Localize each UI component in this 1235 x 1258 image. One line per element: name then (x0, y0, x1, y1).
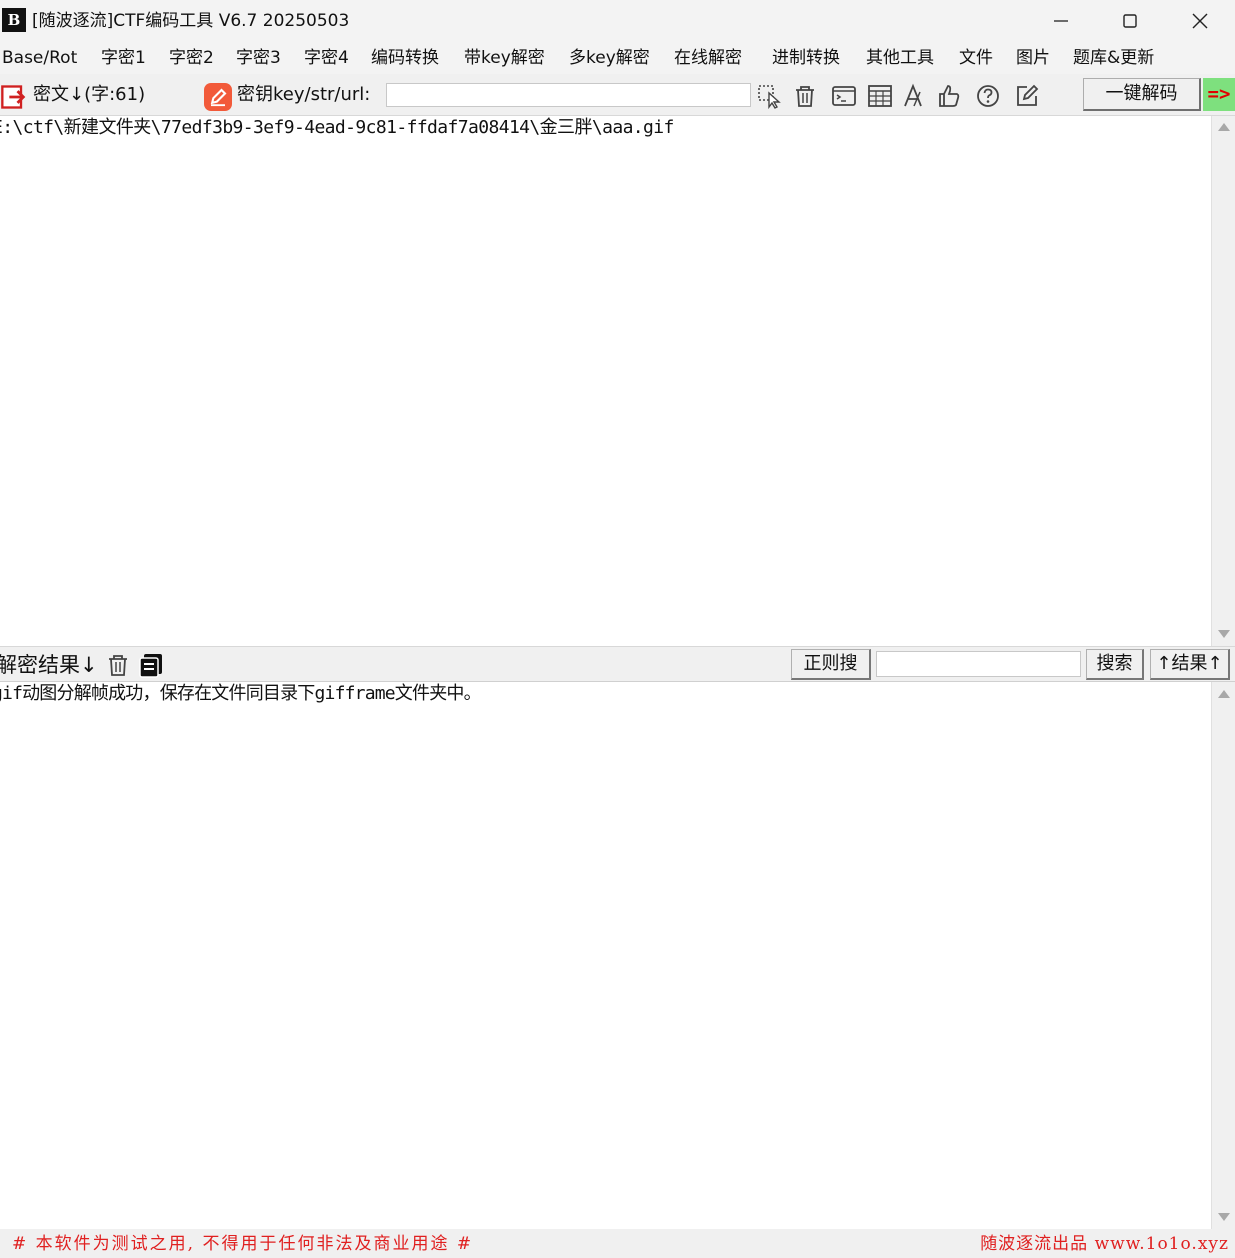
menu-other-tools[interactable]: 其他工具 (866, 48, 934, 68)
result-to-input-button[interactable]: ↑结果↑ (1150, 649, 1230, 680)
window-title: [随波逐流]CTF编码工具 V6.7 20250503 (32, 11, 350, 31)
menu-zimi2[interactable]: 字密2 (169, 48, 214, 68)
minimize-icon (1054, 20, 1068, 22)
cipher-label: 密文↓(字:61) (33, 84, 146, 105)
scroll-down-icon[interactable] (1218, 630, 1230, 638)
title-bar: B [随波逐流]CTF编码工具 V6.7 20250503 (0, 0, 1235, 42)
menu-base-rot[interactable]: Base/Rot (2, 48, 77, 68)
maximize-button[interactable] (1095, 0, 1165, 42)
terminal-icon[interactable] (830, 82, 858, 110)
scroll-down-icon[interactable] (1218, 1213, 1230, 1221)
trash-icon[interactable] (791, 82, 819, 110)
menu-image[interactable]: 图片 (1016, 48, 1050, 68)
scroll-up-icon[interactable] (1218, 690, 1230, 698)
thumbs-up-icon[interactable] (935, 82, 963, 110)
result-label: 解密结果↓ (0, 653, 98, 677)
result-bar: 解密结果↓ 正则搜 搜索 ↑结果↑ (0, 646, 1235, 682)
help-icon[interactable] (974, 82, 1002, 110)
toolbar: 密文↓(字:61) 密钥key/str/url: 一键解码 => (0, 74, 1235, 116)
app-logo-icon: B (2, 8, 26, 32)
menu-file[interactable]: 文件 (959, 48, 993, 68)
key-input[interactable] (386, 83, 751, 107)
cipher-scrollbar[interactable] (1211, 116, 1235, 646)
font-icon[interactable] (900, 82, 928, 110)
menu-zimi4[interactable]: 字密4 (304, 48, 349, 68)
cursor-select-icon[interactable] (756, 82, 784, 110)
menu-library-update[interactable]: 题库&更新 (1073, 48, 1154, 68)
search-button[interactable]: 搜索 (1086, 649, 1144, 680)
key-label: 密钥key/str/url: (237, 84, 371, 105)
disclaimer-text: # 本软件为测试之用, 不得用于任何非法及商业用途 # (12, 1234, 474, 1254)
close-button[interactable] (1165, 0, 1235, 42)
pencil-icon[interactable] (204, 83, 232, 111)
import-file-icon[interactable] (0, 83, 26, 109)
calculator-icon[interactable] (866, 82, 894, 110)
menu-key-decrypt[interactable]: 带key解密 (464, 48, 545, 68)
copy-icon[interactable] (137, 651, 163, 678)
arrow-forward-button[interactable]: => (1203, 78, 1235, 111)
menu-bar: Base/Rot 字密1 字密2 字密3 字密4 编码转换 带key解密 多ke… (0, 42, 1235, 74)
cipher-textarea[interactable]: E:\ctf\新建文件夹\77edf3b9-3ef9-4ead-9c81-ffd… (0, 116, 1211, 646)
result-text: gif动图分解帧成功，保存在文件同目录下gifframe文件夹中。 (0, 683, 482, 704)
close-icon (1192, 13, 1208, 29)
menu-encoding[interactable]: 编码转换 (371, 48, 439, 68)
one-click-decode-button[interactable]: 一键解码 (1083, 78, 1201, 111)
minimize-button[interactable] (1026, 0, 1096, 42)
regex-search-button[interactable]: 正则搜 (791, 649, 871, 680)
menu-zimi3[interactable]: 字密3 (236, 48, 281, 68)
maximize-icon (1123, 14, 1137, 28)
cipher-text: E:\ctf\新建文件夹\77edf3b9-3ef9-4ead-9c81-ffd… (0, 117, 674, 138)
menu-multi-key-decrypt[interactable]: 多key解密 (569, 48, 650, 68)
credits-text: 随波逐流出品 www.1o1o.xyz (980, 1234, 1229, 1254)
result-textarea[interactable]: gif动图分解帧成功，保存在文件同目录下gifframe文件夹中。 (0, 682, 1211, 1229)
menu-online-decrypt[interactable]: 在线解密 (674, 48, 742, 68)
scroll-up-icon[interactable] (1218, 123, 1230, 131)
menu-base-convert[interactable]: 进制转换 (772, 48, 840, 68)
search-input[interactable] (876, 651, 1081, 677)
menu-zimi1[interactable]: 字密1 (101, 48, 146, 68)
result-scrollbar[interactable] (1211, 682, 1235, 1229)
edit-icon[interactable] (1013, 82, 1041, 110)
status-bar: # 本软件为测试之用, 不得用于任何非法及商业用途 # 随波逐流出品 www.1… (0, 1229, 1235, 1258)
trash-icon[interactable] (104, 651, 130, 677)
